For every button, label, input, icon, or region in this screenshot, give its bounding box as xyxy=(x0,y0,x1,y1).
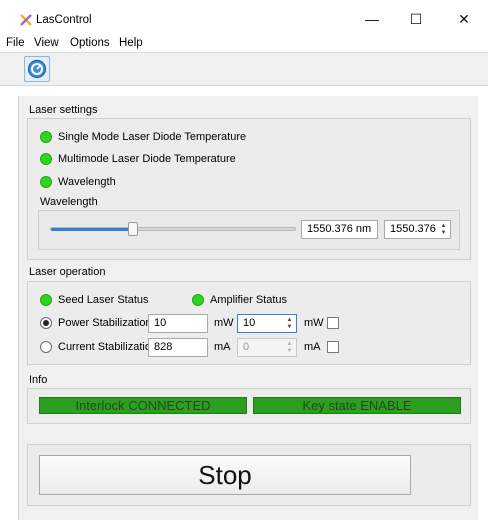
power-setpoint-unit: mW xyxy=(304,317,324,329)
mm-temp-led xyxy=(40,153,52,165)
current-stabilization-radio[interactable] xyxy=(40,341,52,353)
wavelength-spin-arrows[interactable]: ▲ ▼ xyxy=(438,221,449,238)
power-value-field[interactable]: 10 xyxy=(148,314,208,333)
menu-file[interactable]: File xyxy=(6,37,25,49)
current-setpoint-value: 0 xyxy=(243,341,250,353)
laser-operation-title: Laser operation xyxy=(29,266,106,278)
current-setpoint-unit: mA xyxy=(304,341,321,353)
toolbar xyxy=(0,52,488,86)
app-logo-icon xyxy=(20,14,32,26)
current-spin-arrows[interactable]: ▲ ▼ xyxy=(284,339,295,356)
current-stabilization-label: Current Stabilization xyxy=(58,341,158,353)
menu-options[interactable]: Options xyxy=(70,37,110,49)
window-title: LasControl xyxy=(36,14,92,26)
gauge-icon xyxy=(27,59,47,79)
current-enable-checkbox[interactable] xyxy=(327,341,339,353)
current-value-field[interactable]: 828 xyxy=(148,338,208,357)
laser-settings-title: Laser settings xyxy=(29,104,98,116)
power-setpoint-value: 10 xyxy=(243,317,256,329)
info-title: Info xyxy=(29,374,48,386)
power-unit-label: mW xyxy=(214,317,234,329)
wavelength-led xyxy=(40,176,52,188)
power-stabilization-radio[interactable] xyxy=(40,317,52,329)
amplifier-led xyxy=(192,294,204,306)
wavelength-spin-value: 1550.376 xyxy=(390,223,436,235)
wavelength-label: Wavelength xyxy=(40,196,98,208)
power-spin-arrows[interactable]: ▲ ▼ xyxy=(284,315,295,332)
wavelength-slider-fill xyxy=(51,228,132,231)
power-stabilization-label: Power Stabilization xyxy=(58,317,152,329)
maximize-button[interactable]: ☐ xyxy=(396,6,436,32)
amplifier-label: Amplifier Status xyxy=(210,294,288,306)
wavelength-slider-thumb[interactable] xyxy=(128,222,138,236)
interlock-status-bar: Interlock CONNECTED xyxy=(39,397,247,414)
sm-temp-label: Single Mode Laser Diode Temperature xyxy=(58,131,247,143)
gauge-tool-button[interactable] xyxy=(24,56,50,82)
mm-temp-label: Multimode Laser Diode Temperature xyxy=(58,153,236,165)
sm-temp-led xyxy=(40,131,52,143)
menu-help[interactable]: Help xyxy=(119,37,143,49)
wavelength-display-field[interactable]: 1550.376 nm xyxy=(301,220,378,239)
key-state-status-bar: Key state ENABLE xyxy=(253,397,461,414)
current-unit-label: mA xyxy=(214,341,231,353)
seed-laser-label: Seed Laser Status xyxy=(58,294,149,306)
menu-view[interactable]: View xyxy=(34,37,59,49)
power-enable-checkbox[interactable] xyxy=(327,317,339,329)
stop-button[interactable]: Stop xyxy=(39,455,411,495)
minimize-button[interactable]: — xyxy=(352,6,392,32)
wavelength-status-label: Wavelength xyxy=(58,176,116,188)
seed-laser-led xyxy=(40,294,52,306)
close-button[interactable]: ✕ xyxy=(444,6,484,32)
